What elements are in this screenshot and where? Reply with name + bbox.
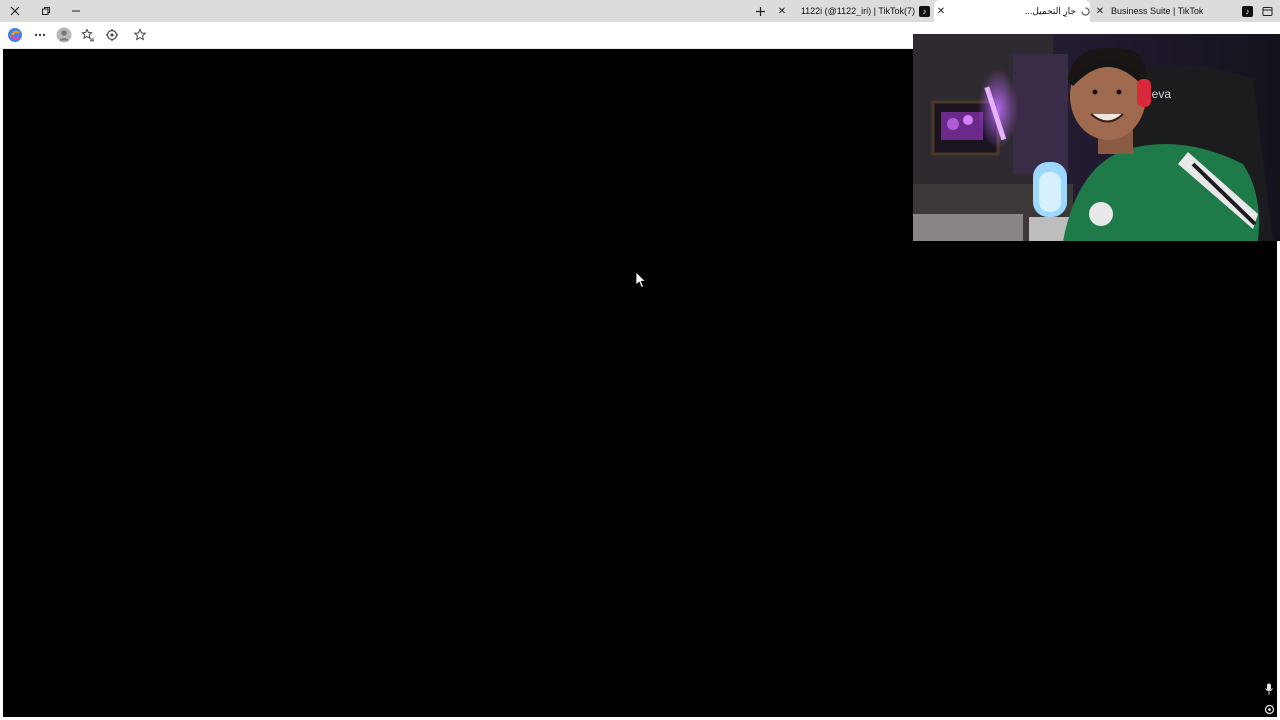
loading-icon bbox=[1080, 6, 1090, 16]
add-favorite-button[interactable] bbox=[131, 26, 149, 44]
mouse-cursor-icon bbox=[635, 271, 647, 289]
tab-business-suite[interactable]: ✕ Business Suite | TikTok ♪ bbox=[1093, 0, 1253, 22]
extensions-icon bbox=[106, 29, 118, 41]
collections-icon bbox=[81, 28, 94, 42]
favorites-list-button[interactable] bbox=[79, 26, 97, 44]
window-restore-button[interactable] bbox=[31, 0, 61, 22]
new-tab-button[interactable] bbox=[751, 2, 769, 20]
copilot-button[interactable] bbox=[6, 26, 24, 44]
tiktok-icon: ♪ bbox=[919, 5, 930, 17]
tab-close-button[interactable]: ✕ bbox=[775, 4, 789, 18]
restore-icon bbox=[42, 7, 50, 15]
favorite-star-icon bbox=[133, 28, 147, 41]
copilot-icon bbox=[8, 28, 22, 42]
tab-strip: ✕ 1122i (@1122_iri) | TikTok(7) ♪ ✕ جارٍ… bbox=[0, 0, 1280, 22]
profile-button[interactable] bbox=[55, 26, 73, 44]
plus-icon bbox=[755, 6, 765, 16]
window-minimize-button[interactable] bbox=[61, 0, 91, 22]
more-icon bbox=[34, 33, 46, 37]
profile-icon bbox=[56, 27, 72, 43]
tab-title: جارٍ التحميل... bbox=[1024, 5, 1076, 16]
minimize-icon bbox=[72, 10, 80, 12]
close-icon bbox=[10, 6, 20, 16]
browser-window: ✕ 1122i (@1122_iri) | TikTok(7) ♪ ✕ جارٍ… bbox=[0, 0, 1280, 720]
webcam-overlay: neva bbox=[913, 34, 1280, 241]
microphone-icon bbox=[1265, 683, 1273, 695]
webcam-video: neva bbox=[913, 34, 1280, 241]
extensions-button[interactable] bbox=[103, 26, 121, 44]
tab-title: 1122i (@1122_iri) | TikTok(7) bbox=[800, 6, 915, 16]
tab-actions-button[interactable] bbox=[1259, 3, 1275, 19]
settings-button[interactable] bbox=[1263, 703, 1275, 715]
tab-close-button[interactable]: ✕ bbox=[1093, 4, 1107, 18]
microphone-button[interactable] bbox=[1263, 683, 1275, 695]
tab-tiktok-profile[interactable]: ✕ 1122i (@1122_iri) | TikTok(7) ♪ bbox=[775, 0, 930, 22]
tab-title: Business Suite | TikTok bbox=[1111, 6, 1204, 16]
window-close-button[interactable] bbox=[0, 0, 30, 22]
tab-loading[interactable]: ✕ جارٍ التحميل... bbox=[934, 0, 1090, 22]
tab-actions-icon bbox=[1262, 6, 1272, 16]
more-options-button[interactable] bbox=[31, 26, 49, 44]
tiktok-icon: ♪ bbox=[1242, 5, 1253, 17]
tab-close-button[interactable]: ✕ bbox=[934, 4, 948, 18]
gear-icon bbox=[1264, 704, 1274, 714]
